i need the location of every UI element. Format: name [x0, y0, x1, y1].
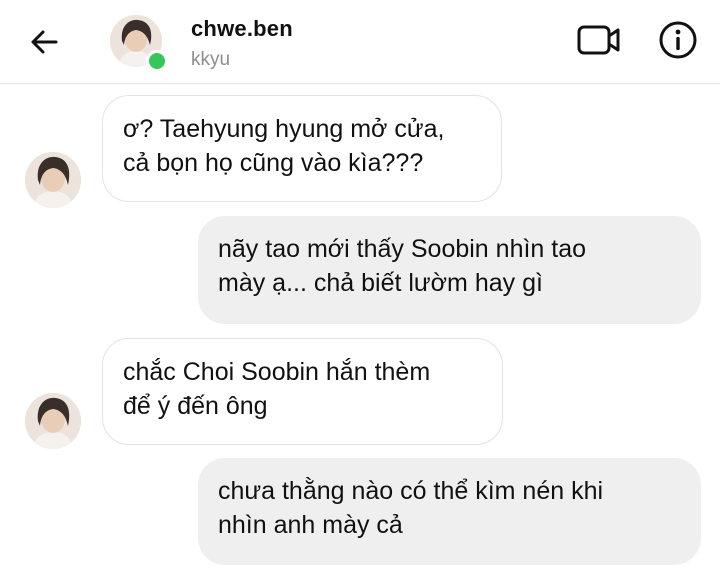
info-circle-icon: [659, 21, 697, 59]
chat-header: chwe.ben kkyu: [0, 0, 720, 84]
video-camera-icon: [577, 25, 620, 55]
message-bubble-incoming[interactable]: ơ? Taehyung hyung mở cửa, cả bọn họ cũng…: [102, 95, 502, 202]
info-button[interactable]: [656, 18, 700, 62]
online-status-dot: [146, 50, 168, 72]
back-button[interactable]: [22, 22, 66, 62]
message-bubble-outgoing[interactable]: chưa thằng nào có thể kìm nén khi nhìn a…: [198, 458, 701, 565]
contact-subtitle: kkyu: [191, 49, 231, 70]
contact-username[interactable]: chwe.ben: [191, 16, 293, 42]
arrow-left-icon: [31, 30, 58, 54]
message-avatar[interactable]: [25, 393, 81, 449]
message-avatar[interactable]: [25, 152, 81, 208]
message-bubble-outgoing[interactable]: nãy tao mới thấy Soobin nhìn tao mày ạ..…: [198, 216, 701, 324]
video-call-button[interactable]: [574, 20, 624, 60]
message-bubble-incoming[interactable]: chắc Choi Soobin hắn thèm để ý đến ông: [102, 338, 503, 445]
